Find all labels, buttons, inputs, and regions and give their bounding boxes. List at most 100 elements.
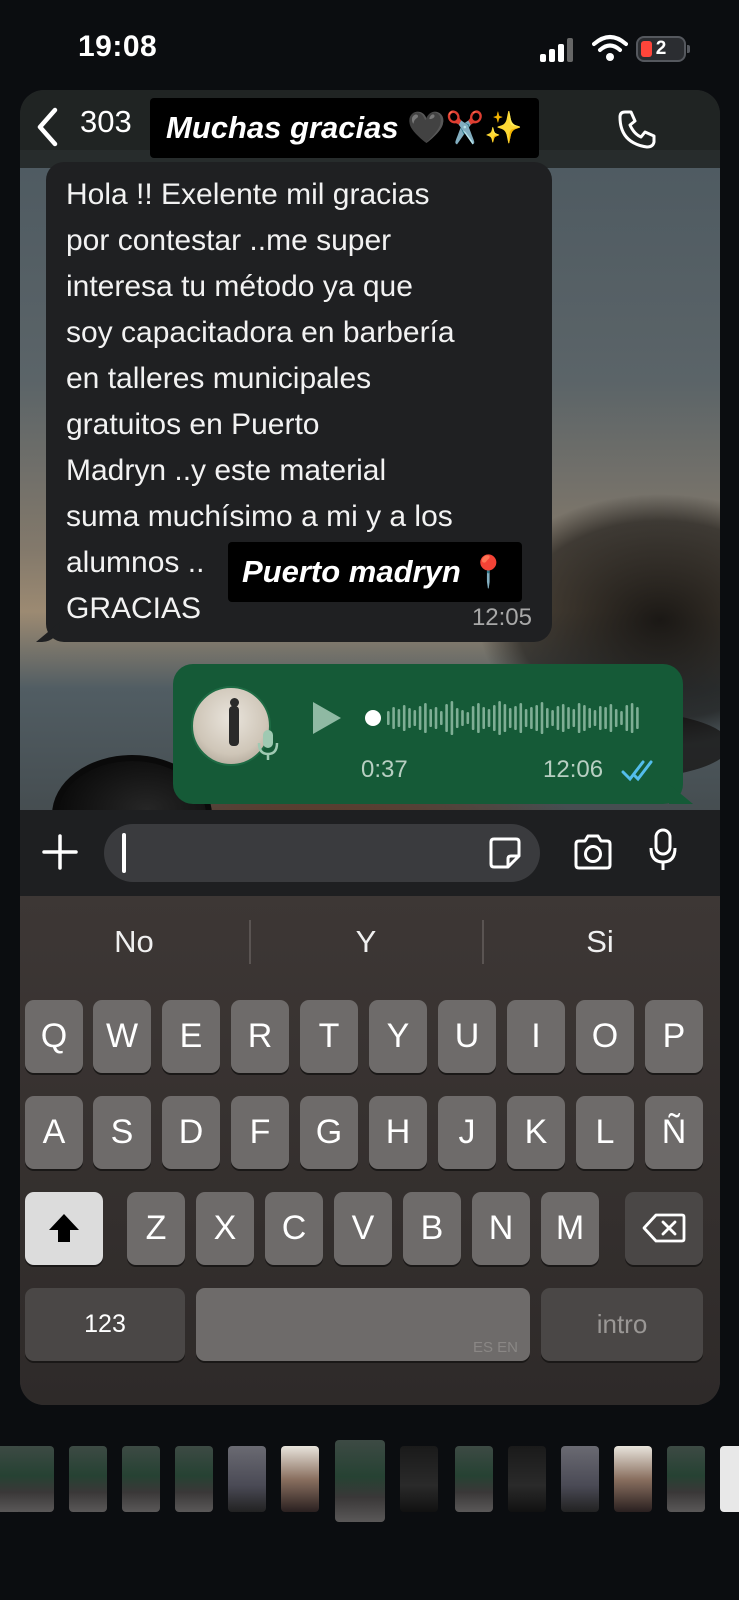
suggestion-2[interactable]: Y [252,896,480,988]
waveform-bar [625,705,629,731]
voice-duration: 0:37 [361,756,408,783]
story-thumbnail[interactable] [122,1446,160,1512]
waveform-bar [636,707,639,729]
waveform-bar [535,705,538,731]
waveform-bar [577,703,581,733]
waveform-bar [599,706,602,730]
waveform-bar [524,709,528,727]
shift-key[interactable] [25,1192,103,1265]
waveform-scrubber[interactable] [365,710,381,726]
key-z[interactable]: Z [127,1192,185,1265]
waveform-bar [508,708,512,728]
story-thumbnail[interactable] [667,1446,705,1512]
key-b[interactable]: B [403,1192,461,1265]
sticker-icon[interactable] [488,836,522,870]
message-time: 12:06 [543,756,604,783]
story-thumbnail[interactable] [720,1446,739,1512]
pin-icon: 📍 [469,554,509,589]
waveform-bar [408,708,411,728]
key-enye[interactable]: Ñ [645,1096,703,1169]
key-j[interactable]: J [438,1096,496,1169]
location-text: Puerto madryn [242,554,461,589]
suggestion-3[interactable]: Si [486,896,714,988]
story-thumbnail[interactable] [508,1446,546,1512]
waveform-bar [424,703,427,733]
status-time: 19:08 [78,30,158,63]
waveform-bar [519,703,523,733]
chevron-left-icon[interactable] [34,106,60,148]
key-l[interactable]: L [576,1096,634,1169]
waveform-bar [471,706,475,730]
story-thumbnail[interactable] [69,1446,107,1512]
story-thumbnail[interactable] [228,1446,266,1512]
waveform-bar [540,702,544,734]
backspace-icon [642,1213,686,1243]
key-e[interactable]: E [162,1000,220,1073]
microphone-icon [257,730,279,760]
space-key[interactable]: ES EN [196,1288,530,1361]
message-input-bar [20,810,720,896]
story-thumbnail[interactable] [561,1446,599,1512]
waveform-bar [630,703,634,733]
key-o[interactable]: O [576,1000,634,1073]
key-g[interactable]: G [300,1096,358,1169]
contact-name[interactable]: 303 [80,104,132,140]
plus-icon[interactable] [40,832,80,872]
waveform-bar [498,701,501,735]
key-s[interactable]: S [93,1096,151,1169]
story-thumbnail[interactable] [400,1446,438,1512]
waveform-bar [556,706,560,730]
key-x[interactable]: X [196,1192,254,1265]
waveform-bar [551,710,554,726]
keyboard: No Y Si Q W E R T Y U I O P A S D F G H … [20,896,720,1405]
waveform-bar [392,707,395,729]
key-f[interactable]: F [231,1096,289,1169]
key-w[interactable]: W [93,1000,151,1073]
sticker-text: Muchas gracias [166,110,399,145]
return-key[interactable]: intro [541,1288,703,1361]
waveform-bar [503,704,507,732]
waveform-bar [450,701,454,735]
microphone-icon[interactable] [648,828,678,872]
waveform-bar [387,711,390,725]
phone-icon[interactable] [616,108,658,150]
sticker-emoji: 🖤✂️✨ [407,110,524,145]
waveform-bar [514,706,517,730]
voice-message-bubble[interactable]: 0:37 12:06 [173,664,683,804]
story-thumbnail[interactable] [175,1446,213,1512]
signal-icon [540,38,576,62]
key-r[interactable]: R [231,1000,289,1073]
play-icon[interactable] [309,698,345,738]
key-y[interactable]: Y [369,1000,427,1073]
story-thumbnail-current[interactable] [335,1440,385,1522]
delete-key[interactable] [625,1192,703,1265]
numbers-key[interactable]: 123 [25,1288,185,1361]
story-thumbnail[interactable] [455,1446,493,1512]
key-d[interactable]: D [162,1096,220,1169]
wifi-icon [592,35,628,61]
key-n[interactable]: N [472,1192,530,1265]
shift-icon [49,1214,79,1242]
audio-waveform[interactable] [365,694,645,742]
story-thumbnail[interactable] [281,1446,319,1512]
story-thumbnail[interactable] [16,1446,54,1512]
status-bar: 19:08 2 [0,0,739,92]
key-q[interactable]: Q [25,1000,83,1073]
key-t[interactable]: T [300,1000,358,1073]
message-input[interactable] [104,824,540,882]
story-thumbnail[interactable] [614,1446,652,1512]
suggestion-1[interactable]: No [20,896,248,988]
key-m[interactable]: M [541,1192,599,1265]
waveform-bar [593,710,597,726]
key-a[interactable]: A [25,1096,83,1169]
key-c[interactable]: C [265,1192,323,1265]
key-h[interactable]: H [369,1096,427,1169]
key-k[interactable]: K [507,1096,565,1169]
key-v[interactable]: V [334,1192,392,1265]
waveform-bar [466,712,470,724]
camera-icon[interactable] [572,832,614,872]
key-p[interactable]: P [645,1000,703,1073]
key-u[interactable]: U [438,1000,496,1073]
key-i[interactable]: I [507,1000,565,1073]
waveform-bar [567,707,570,729]
